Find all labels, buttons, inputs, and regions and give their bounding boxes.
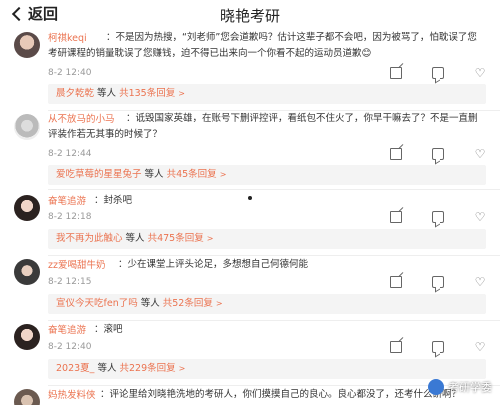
like-icon[interactable]: ♡ <box>474 211 486 223</box>
like-icon[interactable]: ♡ <box>474 148 486 160</box>
share-icon[interactable] <box>390 276 402 288</box>
comment-actions: ♡ <box>390 67 486 79</box>
comment-icon[interactable] <box>432 341 444 353</box>
comment-text: ：少在课堂上评头论足，多想想自己何德何能 <box>118 259 309 270</box>
reply-user[interactable]: 爱吃草莓的星星兔子 <box>56 169 142 180</box>
reply-count[interactable]: 共229条回复 <box>119 363 175 374</box>
top-nav-bar: 返回 晓艳考研 <box>0 0 500 30</box>
reply-middle-text: 等人 <box>94 363 120 374</box>
avatar[interactable] <box>14 259 40 285</box>
comment-text: ：诋毁国家英雄，在账号下删评控评，看纸包不住火了，你早干嘛去了？不是一直删评装作… <box>48 113 478 140</box>
chevron-right-icon: > <box>178 89 185 98</box>
comment-icon[interactable] <box>432 276 444 288</box>
reply-user[interactable]: 2023夏_ <box>56 363 94 374</box>
avatar[interactable] <box>14 114 40 140</box>
watermark: 考研学委 <box>428 379 492 395</box>
avatar[interactable] <box>14 324 40 350</box>
reply-count[interactable]: 共135条回复 <box>119 88 175 99</box>
chevron-right-icon: > <box>206 234 214 243</box>
share-icon[interactable] <box>390 211 402 223</box>
comment-timestamp: 8-2 12:40 <box>48 342 92 352</box>
chevron-right-icon: > <box>215 299 223 308</box>
comment-timestamp: 8-2 12:15 <box>48 277 92 287</box>
comment-timestamp: 8-2 12:18 <box>48 212 92 222</box>
share-icon[interactable] <box>390 67 402 79</box>
comment-text: ：封杀吧 <box>94 195 133 206</box>
comment-text: ：不是因为热搜，“刘老师”您会道歉吗？估计这辈子都不会吧，因为被骂了，怕耽误了您… <box>48 30 486 62</box>
reply-count[interactable]: 共52条回复 <box>163 298 213 309</box>
watermark-logo-icon <box>428 379 444 395</box>
reply-count[interactable]: 共45条回复 <box>167 169 217 180</box>
reply-summary[interactable]: 晨夕乾乾 等人 共135条回复 > <box>48 84 486 104</box>
reply-middle-text: 等人 <box>94 88 120 99</box>
reply-summary[interactable]: 宣仪今天吃fen了吗 等人 共52条回复 > <box>48 294 486 314</box>
watermark-text: 考研学委 <box>448 381 492 394</box>
avatar[interactable] <box>14 389 40 405</box>
reply-user[interactable]: 晨夕乾乾 <box>56 88 94 99</box>
comment-actions: ♡ <box>390 148 486 160</box>
share-icon[interactable] <box>390 148 402 160</box>
cursor-dot <box>248 196 252 200</box>
smile-emoji-icon: 😊 <box>361 48 372 59</box>
share-icon[interactable] <box>390 341 402 353</box>
reply-user[interactable]: 我不再为此触心 <box>56 233 123 244</box>
like-icon[interactable]: ♡ <box>474 67 486 79</box>
divider <box>48 189 500 190</box>
page-title: 晓艳考研 <box>219 7 280 25</box>
comment-icon[interactable] <box>432 211 444 223</box>
comment-actions: ♡ <box>390 341 486 353</box>
chevron-right-icon: > <box>219 170 227 179</box>
avatar[interactable] <box>14 195 40 221</box>
comment-actions: ♡ <box>390 276 486 288</box>
divider <box>48 255 500 256</box>
comment-text: ：评论里给刘晓艳洗地的考研人，你们摸摸自己的良心。良心都没了，还考什么研啊？ <box>100 389 462 400</box>
like-icon[interactable]: ♡ <box>474 341 486 353</box>
comment-icon[interactable] <box>432 67 444 79</box>
reply-summary[interactable]: 爱吃草莓的星星兔子 等人 共45条回复 > <box>48 165 486 185</box>
comment-text: ：滚吧 <box>94 324 123 335</box>
avatar[interactable] <box>14 32 40 58</box>
comment-actions: ♡ <box>390 211 486 223</box>
reply-summary[interactable]: 我不再为此触心 等人 共475条回复 > <box>48 229 486 249</box>
reply-middle-text: 等人 <box>137 298 163 309</box>
comment-timestamp: 8-2 12:44 <box>48 149 92 159</box>
comment-timestamp: 8-2 12:40 <box>48 68 92 78</box>
comment-icon[interactable] <box>432 148 444 160</box>
reply-user[interactable]: 宣仪今天吃fen了吗 <box>56 298 138 309</box>
like-icon[interactable]: ♡ <box>474 276 486 288</box>
reply-count[interactable]: 共475条回复 <box>148 233 204 244</box>
reply-middle-text: 等人 <box>141 169 167 180</box>
divider <box>48 320 500 321</box>
comment-body: ：不是因为热搜，“刘老师”您会道歉吗？估计这辈子都不会吧，因为被骂了，怕耽误了您… <box>48 32 477 59</box>
reply-middle-text: 等人 <box>122 233 148 244</box>
reply-summary[interactable]: 2023夏_ 等人 共229条回复 > <box>48 359 486 379</box>
chevron-right-icon: > <box>178 364 186 373</box>
